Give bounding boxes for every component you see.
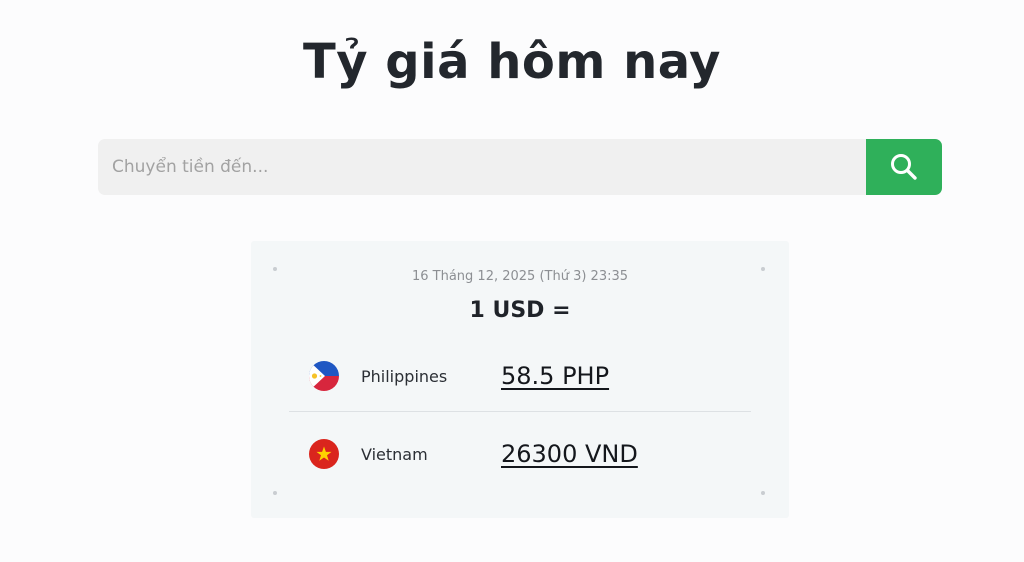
rate-timestamp: 16 Tháng 12, 2025 (Thứ 3) 23:35 [411,269,629,284]
search-bar [98,139,942,195]
page-title: Tỷ giá hôm nay [303,34,721,90]
country-name: Philippines [361,366,448,386]
page: Tỷ giá hôm nay 16 Tháng 12, 2025 (Thứ 3)… [0,0,1024,562]
rate-link-php[interactable]: 58.5 PHP [501,362,609,390]
exchange-rate-card: 16 Tháng 12, 2025 (Thứ 3) 23:35 1 USD = … [251,241,789,518]
search-icon [891,154,917,180]
search-input[interactable] [98,139,866,195]
vietnam-flag-icon [309,439,339,469]
search-button[interactable] [866,139,942,195]
rate-link-vnd[interactable]: 26300 VND [501,440,638,468]
country-name: Vietnam [361,444,428,464]
philippines-flag-icon [309,361,339,391]
corner-dot [761,491,765,495]
rate-row-philippines: Philippines 58.5 PHP [289,341,751,412]
base-currency: 1 USD = [469,298,571,323]
rate-row-vietnam: Vietnam 26300 VND [289,419,751,489]
corner-dot [273,491,277,495]
